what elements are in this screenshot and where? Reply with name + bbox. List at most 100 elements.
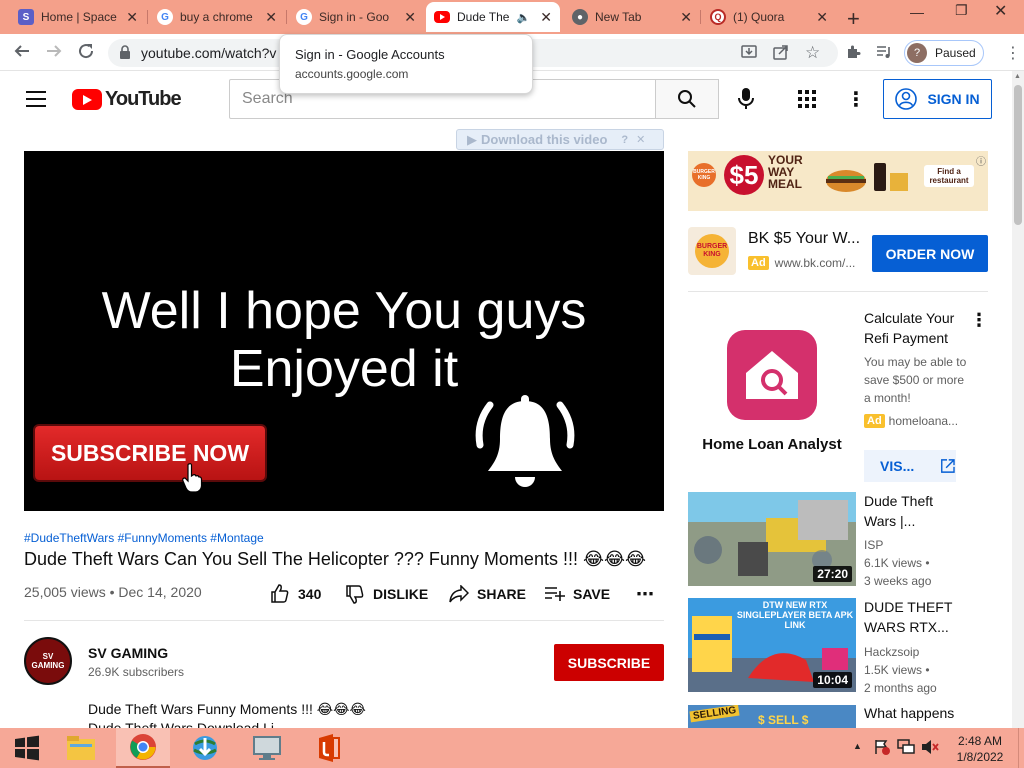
search-button[interactable] bbox=[655, 79, 719, 119]
teams-icon: S bbox=[18, 9, 34, 25]
tray-expand-icon[interactable]: ▲ bbox=[853, 741, 862, 751]
microphone-icon[interactable] bbox=[738, 88, 754, 110]
chrome-menu-icon[interactable]: ⋮ bbox=[1005, 43, 1021, 63]
tooltip-url: accounts.google.com bbox=[295, 67, 409, 81]
channel-subscribers: 26.9K subscribers bbox=[88, 665, 185, 679]
related-title[interactable]: DUDE THEFT WARS RTX... bbox=[864, 597, 964, 637]
tab-home-space[interactable]: S Home | Space ✕ bbox=[10, 2, 146, 32]
scrollbar-thumb[interactable] bbox=[1014, 85, 1022, 225]
ad-info-icon[interactable]: ⓘ bbox=[976, 153, 986, 168]
sign-in-button[interactable]: SIGN IN bbox=[883, 79, 992, 119]
url-text[interactable]: youtube.com/watch?v bbox=[141, 45, 276, 61]
system-clock[interactable]: 2:48 AM 1/8/2022 bbox=[948, 733, 1012, 765]
order-now-button[interactable]: ORDER NOW bbox=[872, 235, 988, 272]
back-button[interactable] bbox=[13, 42, 31, 60]
show-desktop-button[interactable] bbox=[1018, 728, 1024, 768]
scroll-up-arrow-icon[interactable]: ▲ bbox=[1014, 73, 1021, 80]
tab-quora[interactable]: Q (1) Quora ✕ bbox=[702, 2, 836, 32]
hamburger-menu-icon[interactable] bbox=[26, 91, 46, 107]
youtube-icon bbox=[434, 11, 450, 23]
install-icon[interactable] bbox=[741, 44, 757, 60]
search-icon bbox=[678, 90, 696, 108]
more-actions-icon[interactable]: ⋯ bbox=[636, 583, 654, 605]
channel-avatar[interactable]: SV GAMING bbox=[24, 637, 72, 685]
tab-new-tab[interactable]: ● New Tab ✕ bbox=[564, 2, 700, 32]
burger-king-banner-ad[interactable]: BURGER KING $5 YOUR WAY MEAL Find a rest… bbox=[688, 151, 988, 211]
volume-muted-icon[interactable] bbox=[921, 739, 939, 755]
bookmark-star-icon[interactable]: ☆ bbox=[805, 43, 820, 63]
start-button[interactable] bbox=[0, 728, 54, 768]
share-button[interactable]: SHARE bbox=[449, 583, 526, 605]
related-thumbnail[interactable]: SELLING $ SELL $ bbox=[688, 705, 856, 728]
new-tab-button[interactable]: + bbox=[847, 6, 860, 32]
tab-title: Sign in - Goo bbox=[319, 10, 390, 24]
youtube-logo[interactable]: YouTube bbox=[72, 88, 182, 111]
video-player[interactable]: Well I hope You guys Enjoyed it SUBSCRIB… bbox=[24, 151, 664, 511]
dislike-button[interactable]: DISLIKE bbox=[345, 583, 428, 605]
home-loan-description: You may be able to save $500 or more a m… bbox=[864, 355, 967, 405]
close-icon[interactable]: ✕ bbox=[816, 9, 828, 26]
home-loan-title[interactable]: Calculate Your Refi Payment bbox=[864, 308, 968, 348]
related-thumbnail[interactable]: 27:20 bbox=[688, 492, 856, 586]
settings-more-icon[interactable]: ⋮ bbox=[846, 87, 866, 112]
video-hashtags[interactable]: #DudeTheftWars #FunnyMoments #Montage bbox=[24, 531, 264, 545]
find-restaurant-cta[interactable]: Find a restaurant bbox=[924, 165, 974, 187]
download-video-bar[interactable]: ▶ Download this video ? ✕ bbox=[456, 129, 664, 150]
speaker-icon[interactable]: 🔈 bbox=[517, 11, 531, 24]
tab-youtube-active[interactable]: Dude The 🔈 ✕ bbox=[426, 2, 560, 32]
tab-title: New Tab bbox=[595, 10, 642, 24]
related-channel: ISP bbox=[864, 538, 884, 552]
network-icon[interactable] bbox=[897, 739, 915, 755]
profile-paused-button[interactable]: ? Paused bbox=[904, 40, 984, 66]
tab-sign-in[interactable]: G Sign in - Goo ✕ bbox=[288, 2, 424, 32]
forward-button[interactable] bbox=[45, 42, 63, 60]
office-icon bbox=[319, 734, 340, 762]
chrome-taskbar-button[interactable] bbox=[116, 728, 170, 768]
related-title[interactable]: What happens bbox=[864, 703, 964, 728]
like-button[interactable]: 340 bbox=[270, 583, 321, 605]
related-age: 2 months ago bbox=[864, 681, 937, 695]
tab-separator bbox=[700, 10, 701, 24]
subscribe-button[interactable]: SUBSCRIBE bbox=[554, 644, 664, 681]
close-icon[interactable]: ✕ bbox=[680, 9, 692, 26]
close-icon[interactable]: ✕ bbox=[265, 9, 277, 26]
google-icon: G bbox=[296, 9, 312, 25]
close-icon[interactable]: ✕ bbox=[540, 9, 552, 26]
paused-label: Paused bbox=[935, 46, 976, 60]
close-icon[interactable]: ✕ bbox=[404, 9, 416, 26]
related-title[interactable]: Dude Theft Wars |... bbox=[864, 491, 964, 531]
visit-label: VIS... bbox=[880, 458, 915, 474]
play-icon: ▶ bbox=[467, 131, 477, 147]
visit-site-button[interactable]: VIS... bbox=[864, 450, 956, 482]
lock-icon[interactable] bbox=[119, 45, 131, 60]
reload-button[interactable] bbox=[77, 42, 95, 60]
internet-download-manager-button[interactable] bbox=[178, 728, 232, 768]
help-icon[interactable]: ? bbox=[621, 134, 628, 146]
flag-icon[interactable] bbox=[874, 739, 890, 755]
tab-separator bbox=[147, 10, 148, 24]
save-button[interactable]: SAVE bbox=[545, 583, 610, 605]
save-label: SAVE bbox=[573, 586, 611, 602]
bk-ad-title[interactable]: BK $5 Your W... bbox=[748, 230, 860, 248]
channel-name[interactable]: SV GAMING bbox=[88, 645, 168, 661]
clock-time: 2:48 AM bbox=[957, 734, 1003, 748]
share-page-icon[interactable] bbox=[773, 44, 789, 60]
bk-ad-url-row: Ad www.bk.com/... bbox=[748, 256, 855, 270]
close-icon[interactable]: ✕ bbox=[636, 133, 645, 146]
video-duration: 27:20 bbox=[813, 566, 852, 582]
tab-title: Dude The bbox=[457, 10, 510, 24]
screen-recorder-button[interactable] bbox=[240, 728, 294, 768]
extensions-icon[interactable] bbox=[845, 44, 861, 60]
close-window-button[interactable]: ✕ bbox=[994, 1, 1007, 21]
file-explorer-button[interactable] bbox=[54, 728, 108, 768]
tab-buy-chrome[interactable]: G buy a chrome ✕ bbox=[149, 2, 285, 32]
related-thumbnail[interactable]: DTW NEW RTX SINGLEPLAYER BETA APK LINK 1… bbox=[688, 598, 856, 692]
ad-menu-icon[interactable]: ⋮ bbox=[970, 310, 988, 331]
media-control-icon[interactable] bbox=[876, 45, 892, 59]
office-app-button[interactable] bbox=[302, 728, 356, 768]
related-views: 1.5K views • bbox=[864, 663, 930, 677]
restore-button[interactable]: ❐ bbox=[955, 2, 968, 19]
apps-grid-icon[interactable] bbox=[798, 90, 816, 108]
minimize-button[interactable]: — bbox=[910, 4, 924, 20]
close-icon[interactable]: ✕ bbox=[126, 9, 138, 26]
